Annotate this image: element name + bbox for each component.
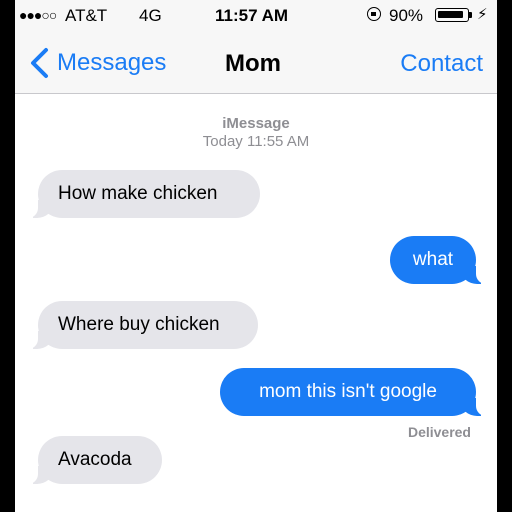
message-bubble-sent[interactable]: what xyxy=(390,236,488,284)
conversation-meta: iMessage Today 11:55 AM xyxy=(15,115,497,151)
message-text: mom this isn't google xyxy=(259,381,437,402)
status-time: 11:57 AM xyxy=(215,6,289,25)
battery-nub xyxy=(469,12,472,18)
battery-percent: 90% xyxy=(389,6,424,25)
signal-dots-icon: ●●●○○ xyxy=(19,7,57,23)
message-bubble-received[interactable]: Avacoda xyxy=(26,436,162,484)
delivered-status: Delivered xyxy=(407,424,471,440)
conversation-timestamp: Today 11:55 AM xyxy=(202,133,310,150)
back-button[interactable]: Messages xyxy=(27,46,166,80)
message-text: Where buy chicken xyxy=(58,314,220,335)
message-bubble-sent[interactable]: mom this isn't google xyxy=(220,368,488,416)
back-chevron-icon xyxy=(31,48,48,78)
conversation-title: Mom xyxy=(225,50,281,77)
message-bubble-received[interactable]: How make chicken xyxy=(26,170,260,218)
message-text: Avacoda xyxy=(58,449,132,470)
service-label: iMessage xyxy=(222,115,290,132)
carrier-name: AT&T xyxy=(65,6,108,25)
charging-bolt-icon: ⚡ xyxy=(477,6,488,23)
lock-rotation-icon xyxy=(367,7,381,21)
message-bubble-received[interactable]: Where buy chicken xyxy=(26,301,258,349)
navigation-bar: Messages Mom Contact xyxy=(15,32,497,94)
battery-icon xyxy=(435,8,469,22)
messages-screen: ●●●○○ AT&T 4G 11:57 AM 90% ⚡ Messages Mo… xyxy=(15,0,497,512)
back-label: Messages xyxy=(57,49,167,76)
message-text: what xyxy=(412,249,454,270)
network-type: 4G xyxy=(139,6,162,25)
message-text: How make chicken xyxy=(58,183,218,204)
battery-fill xyxy=(438,11,464,18)
status-bar: ●●●○○ AT&T 4G 11:57 AM 90% ⚡ xyxy=(15,0,497,32)
contact-button[interactable]: Contact xyxy=(400,50,483,78)
